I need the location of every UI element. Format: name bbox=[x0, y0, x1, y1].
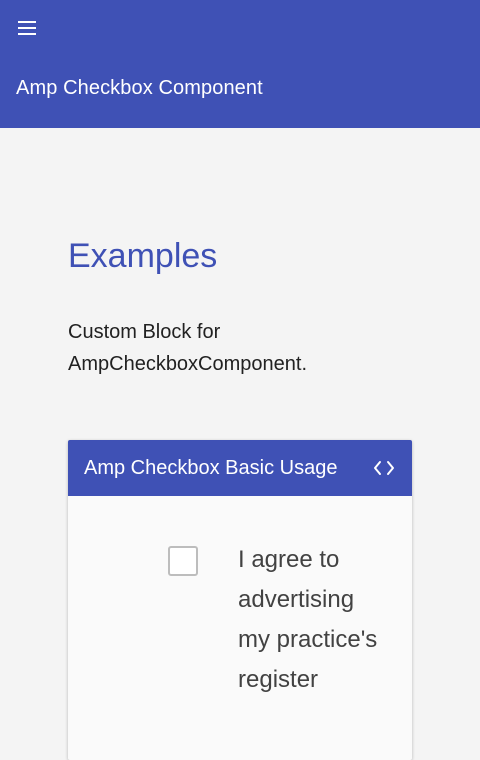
example-card-title: Amp Checkbox Basic Usage bbox=[84, 457, 338, 479]
app-title: Amp Checkbox Component bbox=[16, 77, 263, 99]
top-toolbar: Amp Checkbox Component bbox=[0, 0, 480, 128]
agree-checkbox[interactable] bbox=[168, 546, 198, 576]
menu-icon[interactable] bbox=[14, 16, 42, 40]
agree-checkbox-label[interactable]: I agree to advertising my practice's reg… bbox=[238, 540, 388, 700]
page-title: Examples bbox=[68, 237, 218, 275]
intro-text: Custom Block for AmpCheckboxComponent. bbox=[68, 321, 308, 375]
example-card: Amp Checkbox Basic Usage I agree to adve… bbox=[68, 440, 412, 760]
code-icon[interactable] bbox=[372, 458, 396, 478]
example-card-header: Amp Checkbox Basic Usage bbox=[68, 440, 412, 496]
